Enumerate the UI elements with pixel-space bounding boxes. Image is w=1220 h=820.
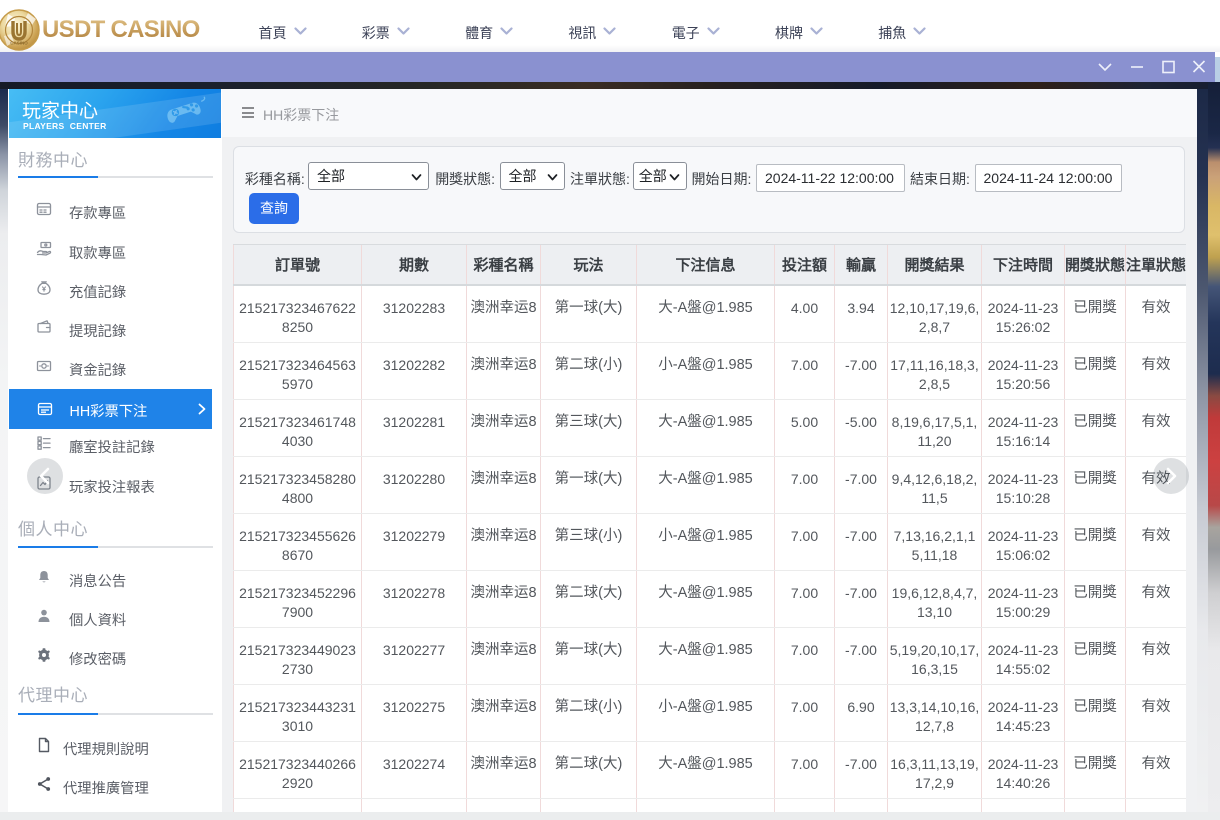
svg-text:CASINO: CASINO xyxy=(10,41,28,46)
